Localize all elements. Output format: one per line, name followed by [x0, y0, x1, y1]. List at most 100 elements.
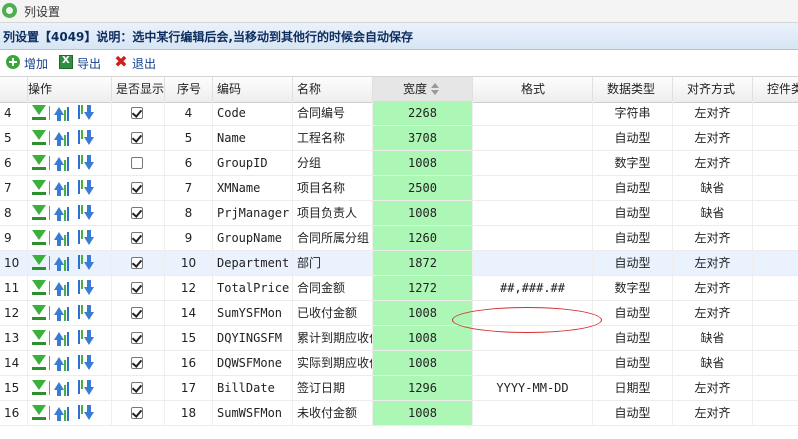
width-cell[interactable]: 2500	[373, 176, 473, 200]
control-cell[interactable]	[753, 401, 798, 425]
visible-checkbox[interactable]	[131, 182, 143, 194]
align-cell[interactable]: 左对齐	[673, 376, 753, 400]
control-cell[interactable]	[753, 226, 798, 250]
dtype-cell[interactable]: 自动型	[593, 401, 673, 425]
control-cell[interactable]	[753, 201, 798, 225]
table-row[interactable]: 16 18 SumWSFMon 未收付金额 1008 自动型 左对齐	[0, 401, 798, 426]
move-bottom-icon[interactable]	[32, 229, 46, 247]
visible-checkbox[interactable]	[131, 382, 143, 394]
move-bottom-icon[interactable]	[32, 279, 46, 297]
align-cell[interactable]: 缺省	[673, 176, 753, 200]
name-cell[interactable]: 项目负责人	[293, 201, 373, 225]
header-dtype[interactable]: 数据类型	[593, 77, 673, 102]
move-bottom-icon[interactable]	[32, 329, 46, 347]
width-cell[interactable]: 1260	[373, 226, 473, 250]
align-cell[interactable]: 左对齐	[673, 401, 753, 425]
dtype-cell[interactable]: 自动型	[593, 226, 673, 250]
control-cell[interactable]	[753, 176, 798, 200]
dtype-cell[interactable]: 自动型	[593, 301, 673, 325]
move-bottom-icon[interactable]	[32, 254, 46, 272]
export-button[interactable]: 导出	[59, 54, 105, 72]
table-row[interactable]: 5 5 Name 工程名称 3708 自动型 左对齐	[0, 126, 798, 151]
dtype-cell[interactable]: 字符串	[593, 101, 673, 125]
code-cell[interactable]: Department	[213, 251, 293, 275]
header-visible[interactable]: 是否显示	[112, 77, 165, 102]
width-cell[interactable]: 1296	[373, 376, 473, 400]
align-cell[interactable]: 缺省	[673, 326, 753, 350]
seq-cell[interactable]: 6	[165, 151, 213, 175]
seq-cell[interactable]: 14	[165, 301, 213, 325]
visible-checkbox[interactable]	[131, 357, 143, 369]
move-up-icon[interactable]	[54, 229, 70, 247]
dtype-cell[interactable]: 自动型	[593, 201, 673, 225]
table-row[interactable]: 4 4 Code 合同编号 2268 字符串 左对齐	[0, 101, 798, 126]
control-cell[interactable]	[753, 101, 798, 125]
code-cell[interactable]: BillDate	[213, 376, 293, 400]
move-up-icon[interactable]	[54, 279, 70, 297]
align-cell[interactable]: 左对齐	[673, 226, 753, 250]
code-cell[interactable]: PrjManager	[213, 201, 293, 225]
move-up-icon[interactable]	[54, 379, 70, 397]
format-cell[interactable]	[473, 101, 593, 125]
visible-checkbox[interactable]	[131, 207, 143, 219]
code-cell[interactable]: DQYINGSFM	[213, 326, 293, 350]
dtype-cell[interactable]: 自动型	[593, 126, 673, 150]
seq-cell[interactable]: 8	[165, 201, 213, 225]
format-cell[interactable]	[473, 351, 593, 375]
seq-cell[interactable]: 7	[165, 176, 213, 200]
name-cell[interactable]: 合同所属分组	[293, 226, 373, 250]
control-cell[interactable]	[753, 151, 798, 175]
visible-checkbox[interactable]	[131, 157, 143, 169]
seq-cell[interactable]: 12	[165, 276, 213, 300]
control-cell[interactable]	[753, 276, 798, 300]
width-cell[interactable]: 1008	[373, 326, 473, 350]
move-bottom-icon[interactable]	[32, 179, 46, 197]
code-cell[interactable]: SumWSFMon	[213, 401, 293, 425]
move-bottom-icon[interactable]	[32, 204, 46, 222]
name-cell[interactable]: 合同编号	[293, 101, 373, 125]
table-row[interactable]: 6 6 GroupID 分组 1008 数字型 左对齐	[0, 151, 798, 176]
control-cell[interactable]	[753, 251, 798, 275]
control-cell[interactable]	[753, 126, 798, 150]
width-cell[interactable]: 1008	[373, 151, 473, 175]
format-cell[interactable]	[473, 401, 593, 425]
visible-checkbox[interactable]	[131, 407, 143, 419]
format-cell[interactable]: YYYY-MM-DD	[473, 376, 593, 400]
move-up-icon[interactable]	[54, 354, 70, 372]
name-cell[interactable]: 未收付金额	[293, 401, 373, 425]
name-cell[interactable]: 工程名称	[293, 126, 373, 150]
header-width[interactable]: 宽度	[373, 77, 473, 102]
name-cell[interactable]: 已收付金额	[293, 301, 373, 325]
name-cell[interactable]: 签订日期	[293, 376, 373, 400]
move-up-icon[interactable]	[54, 179, 70, 197]
align-cell[interactable]: 缺省	[673, 351, 753, 375]
header-align[interactable]: 对齐方式	[673, 77, 753, 102]
seq-cell[interactable]: 15	[165, 326, 213, 350]
table-row[interactable]: 11 12 TotalPrice 合同金额 1272 ##,###.## 数字型 左对齐	[0, 276, 798, 301]
control-cell[interactable]	[753, 376, 798, 400]
table-row[interactable]: 7 7 XMName 项目名称 2500 自动型 缺省	[0, 176, 798, 201]
format-cell[interactable]	[473, 176, 593, 200]
align-cell[interactable]: 左对齐	[673, 301, 753, 325]
move-bottom-icon[interactable]	[32, 379, 46, 397]
move-down-icon[interactable]	[78, 179, 94, 197]
move-down-icon[interactable]	[78, 254, 94, 272]
code-cell[interactable]: Name	[213, 126, 293, 150]
dtype-cell[interactable]: 数字型	[593, 151, 673, 175]
width-cell[interactable]: 2268	[373, 101, 473, 125]
dtype-cell[interactable]: 自动型	[593, 176, 673, 200]
header-seq[interactable]: 序号	[165, 77, 213, 102]
move-down-icon[interactable]	[78, 379, 94, 397]
width-cell[interactable]: 1008	[373, 201, 473, 225]
code-cell[interactable]: Code	[213, 101, 293, 125]
move-bottom-icon[interactable]	[32, 354, 46, 372]
seq-cell[interactable]: 16	[165, 351, 213, 375]
format-cell[interactable]	[473, 226, 593, 250]
format-cell[interactable]	[473, 201, 593, 225]
move-bottom-icon[interactable]	[32, 104, 46, 122]
name-cell[interactable]: 合同金额	[293, 276, 373, 300]
exit-button[interactable]: ✖ 退出	[114, 54, 160, 72]
visible-checkbox[interactable]	[131, 307, 143, 319]
header-ops[interactable]: 操作	[28, 77, 112, 102]
width-cell[interactable]: 1008	[373, 351, 473, 375]
